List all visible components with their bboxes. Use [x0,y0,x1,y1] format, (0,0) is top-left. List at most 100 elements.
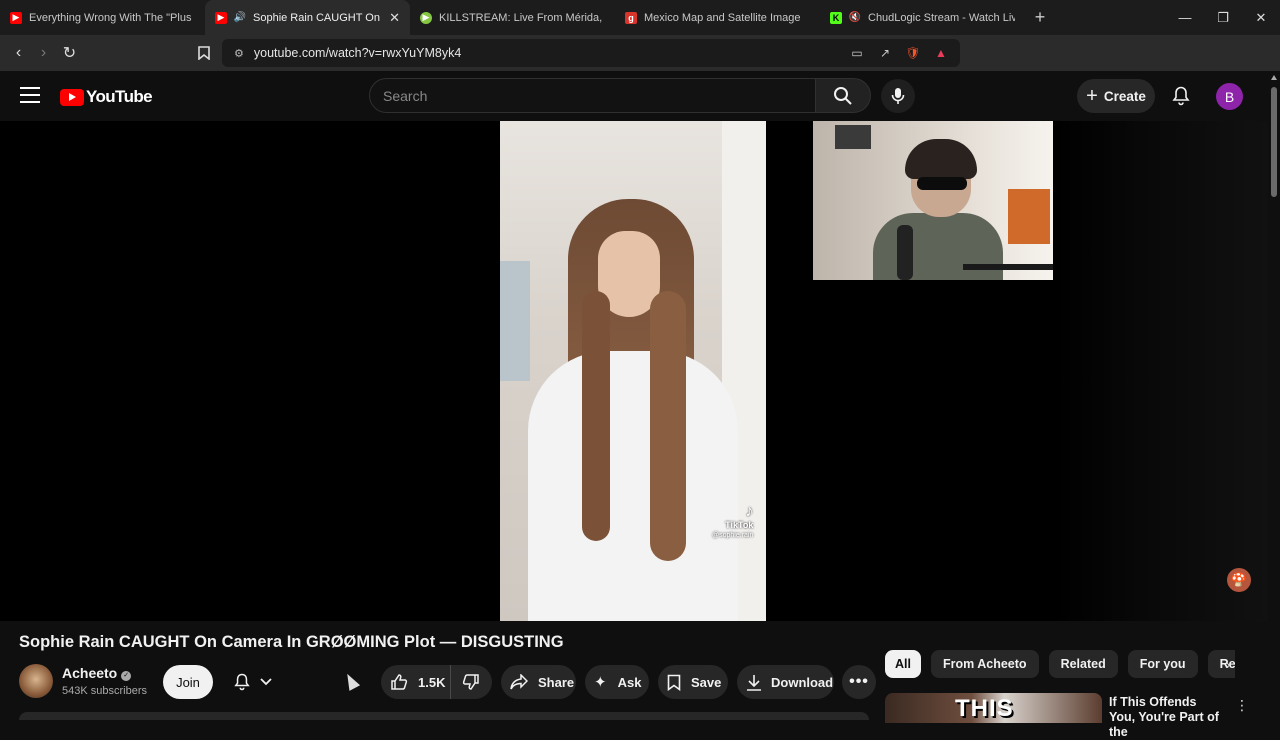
video-frame-webcam [813,121,1053,280]
bell-icon [1172,86,1190,106]
video-title: Sophie Rain CAUGHT On Camera In GRØØMING… [19,633,564,651]
video-window [500,261,530,381]
muted-speaker-icon[interactable]: 🔇 [849,12,861,24]
player-gradient [1055,121,1268,621]
download-button[interactable]: Download [737,665,834,699]
site-settings-icon[interactable]: ⚙ [234,47,244,60]
youtube-icon: ▶ [215,11,227,24]
tab-title: Sophie Rain CAUGHT On Cam [253,11,383,24]
brave-rewards-icon[interactable]: ▲ [932,44,950,62]
chip-from-channel[interactable]: From Acheeto [930,650,1039,678]
share-arrow-icon [510,674,528,690]
video-frame-tiktok-clip: ♪ TikTok @sophie.rain [500,121,766,621]
tab-title: Mexico Map and Satellite Image [644,11,801,24]
description-box[interactable] [19,712,869,720]
youtube-play-logo-icon [60,88,84,106]
more-vertical-icon[interactable]: ⋮ [1235,697,1249,714]
rumble-icon: ▶ [420,11,432,24]
ask-label: Ask [617,674,642,690]
browser-tab[interactable]: ▶ KILLSTREAM: Live From Mérida, Mexi [410,0,615,35]
back-icon[interactable]: ‹ [6,35,31,71]
related-chips: All From Acheeto Related For you Recent [885,650,1235,678]
like-button[interactable]: 1.5K [381,665,451,699]
brave-shield-icon[interactable]: 🛡 [904,44,922,62]
notifications-button[interactable] [1168,83,1194,109]
extension-floating-icon[interactable]: 🍄 [1227,568,1251,592]
bookmark-icon[interactable] [191,35,216,71]
chip-for-you[interactable]: For you [1127,650,1198,678]
video-player[interactable]: ♪ TikTok @sophie.rain [0,121,1268,621]
chip-related[interactable]: Related [1048,650,1118,678]
download-icon [747,674,761,691]
mouse-cursor-icon [341,671,361,691]
browser-tab[interactable]: K 🔇 ChudLogic Stream - Watch Live o [820,0,1025,35]
save-bookmark-icon [667,674,681,691]
chevron-right-icon[interactable]: › [1219,655,1237,673]
tab-title: KILLSTREAM: Live From Mérida, Mexi [439,11,605,24]
recommended-video-thumbnail[interactable]: THIS [885,693,1102,723]
subscriber-count: 543K subscribers [62,685,147,697]
speaker-icon[interactable]: 🔊 [234,12,246,24]
minimize-icon[interactable]: — [1166,0,1204,35]
webcam-microphone [897,225,913,280]
channel-name-row: Acheeto ✓ [62,665,132,681]
tiktok-watermark: ♪ TikTok @sophie.rain [712,503,753,540]
recommended-video-title[interactable]: If This Offends You, You're Part of the [1109,695,1219,740]
scroll-up-icon[interactable] [1271,75,1277,80]
sparkle-icon: ✦ [594,674,607,691]
search-button[interactable] [815,78,871,113]
thumbs-down-icon [462,674,479,690]
save-button[interactable]: Save [658,665,728,699]
url-text: youtube.com/watch?v=rwxYuYM8yk4 [253,46,462,60]
thumbnail-text: THIS [955,695,1014,722]
video-hair-right [650,291,686,561]
kick-icon: K [830,11,842,24]
browser-tab[interactable]: ▶ Everything Wrong With The "Plus Size [0,0,205,35]
dislike-button[interactable] [451,673,491,691]
more-actions-button[interactable]: ••• [842,665,876,699]
maximize-icon[interactable]: ❐ [1204,0,1242,35]
tiktok-icon: ♪ [745,503,754,520]
voice-search-button[interactable] [881,79,915,113]
menu-icon[interactable] [20,87,40,103]
window-controls: — ❐ ✕ [1166,0,1280,35]
create-button[interactable]: + Create [1077,79,1155,113]
site-g-icon: g [625,11,637,24]
page-scrollbar[interactable] [1268,71,1280,720]
browser-tab-active[interactable]: ▶ 🔊 Sophie Rain CAUGHT On Cam ✕ [205,0,410,35]
join-button[interactable]: Join [163,665,213,699]
webcam-sunglasses [917,177,967,190]
search-input[interactable] [370,79,815,112]
new-tab-icon[interactable]: + [1025,7,1055,28]
share-button[interactable]: Share [501,665,576,699]
share-page-icon[interactable]: ↗ [876,44,894,62]
account-avatar[interactable]: B [1216,83,1243,110]
close-tab-icon[interactable]: ✕ [389,10,400,26]
channel-avatar[interactable] [19,664,53,698]
video-hoodie [528,351,738,621]
chip-all[interactable]: All [885,650,921,678]
save-label: Save [691,674,722,690]
download-label: Download [771,674,834,690]
url-field[interactable]: ⚙ youtube.com/watch?v=rwxYuYM8yk4 ▭ ↗ 🛡 … [222,39,960,67]
webcam-poster [835,125,871,149]
browser-tab[interactable]: g Mexico Map and Satellite Image [615,0,820,35]
ask-button[interactable]: ✦ Ask [585,665,649,699]
tiktok-brand: TikTok [725,519,754,530]
forward-icon[interactable]: › [31,35,56,71]
browser-tab-bar: ▶ Everything Wrong With The "Plus Size ▶… [0,0,1280,35]
youtube-wordmark: YouTube [86,87,153,106]
bell-icon [234,673,250,691]
close-window-icon[interactable]: ✕ [1242,0,1280,35]
scrollbar-thumb[interactable] [1271,87,1277,197]
microphone-icon [891,88,905,104]
webcam-mic-arm [963,264,1053,270]
webcam-shelf [1008,189,1050,244]
cast-icon[interactable]: ▭ [848,44,866,62]
youtube-logo[interactable]: YouTube [60,87,153,107]
youtube-icon: ▶ [10,11,22,24]
channel-name[interactable]: Acheeto [62,665,117,681]
notification-settings-button[interactable] [222,665,284,699]
reload-icon[interactable]: ↻ [57,35,82,71]
share-label: Share [538,674,575,690]
